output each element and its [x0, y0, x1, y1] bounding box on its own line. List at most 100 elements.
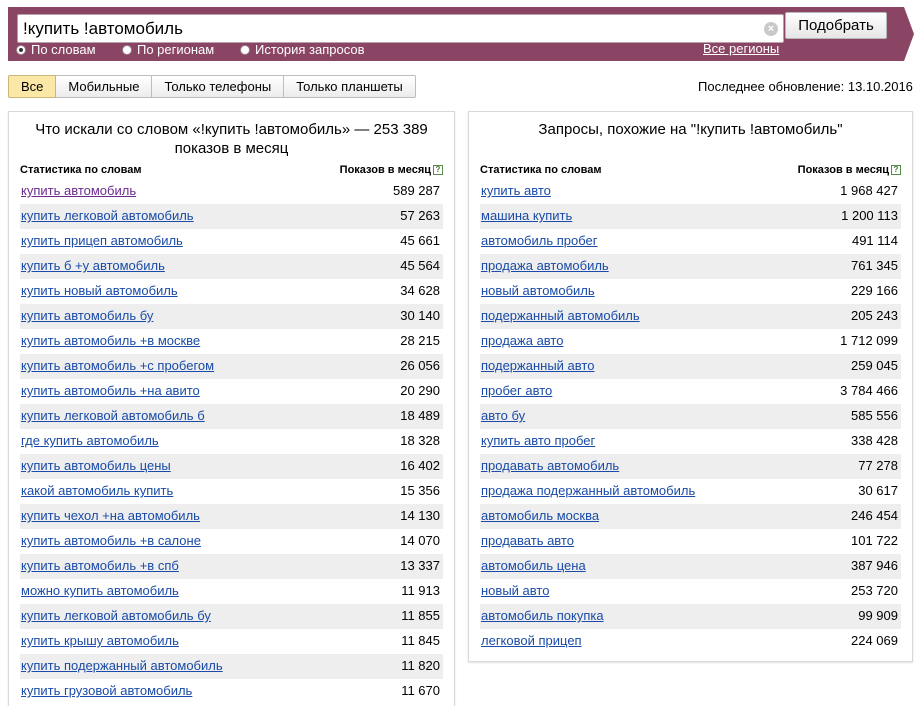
phrase-link[interactable]: продавать авто: [481, 533, 574, 548]
help-icon[interactable]: ?: [891, 165, 901, 175]
phrase-link[interactable]: можно купить автомобиль: [21, 583, 179, 598]
col-shows-label: Показов в месяц: [797, 164, 889, 176]
phrase-link[interactable]: купить автомобиль +в спб: [21, 558, 179, 573]
word-list: купить автомобиль 589 287 купить легковой …: [20, 179, 443, 704]
phrase-link[interactable]: купить автомобиль +с пробегом: [21, 358, 214, 373]
phrase-link[interactable]: продажа подержанный автомобиль: [481, 483, 695, 498]
phrase-link[interactable]: какой автомобиль купить: [21, 483, 173, 498]
phrase-link[interactable]: продавать автомобиль: [481, 458, 619, 473]
phrase-link[interactable]: купить авто пробег: [481, 433, 595, 448]
radio-icon[interactable]: [240, 44, 250, 55]
shows-count: 491 114: [851, 233, 898, 248]
shows-count: 18 328: [400, 433, 440, 448]
phrase-link[interactable]: новый авто: [481, 583, 549, 598]
radio-icon[interactable]: [16, 44, 26, 55]
phrase-link[interactable]: купить крышу автомобиль: [21, 633, 179, 648]
shows-count: 13 337: [400, 558, 440, 573]
phrase-link[interactable]: купить грузовой автомобиль: [21, 683, 192, 698]
shows-count: 99 909: [858, 608, 898, 623]
pick-button[interactable]: Подобрать: [785, 12, 887, 39]
phrase-link[interactable]: подержанный автомобиль: [481, 308, 640, 323]
phrase-link[interactable]: пробег авто: [481, 383, 552, 398]
shows-count: 101 722: [851, 533, 898, 548]
table-row: легковой прицеп 224 069: [480, 629, 901, 654]
table-header: Статистика по словам Показов в месяц?: [20, 162, 443, 178]
phrase-link[interactable]: купить чехол +на автомобиль: [21, 508, 200, 523]
phrase-link[interactable]: купить новый автомобиль: [21, 283, 178, 298]
phrase-link[interactable]: купить автомобиль +в салоне: [21, 533, 201, 548]
clear-icon[interactable]: ×: [764, 22, 778, 36]
mode-by-words[interactable]: По словам: [16, 42, 96, 57]
phrase-link[interactable]: купить б +у автомобиль: [21, 258, 165, 273]
shows-count: 1 968 427: [840, 183, 898, 198]
radio-icon[interactable]: [122, 44, 132, 55]
search-input[interactable]: [23, 18, 758, 40]
all-regions-link[interactable]: Все регионы: [703, 41, 779, 56]
phrase-link[interactable]: новый автомобиль: [481, 283, 595, 298]
table-row: какой автомобиль купить 15 356: [20, 479, 443, 504]
search-box[interactable]: ×: [17, 14, 784, 43]
table-row: купить авто 1 968 427: [480, 179, 901, 204]
phrase-link[interactable]: купить легковой автомобиль б: [21, 408, 205, 423]
phrase-link[interactable]: купить автомобиль: [21, 183, 136, 198]
phrase-link[interactable]: купить легковой автомобиль бу: [21, 608, 211, 623]
shows-count: 387 946: [851, 558, 898, 573]
table-row: купить автомобиль цены 16 402: [20, 454, 443, 479]
phrase-link[interactable]: купить прицеп автомобиль: [21, 233, 183, 248]
phrase-link[interactable]: авто бу: [481, 408, 525, 423]
shows-count: 1 200 113: [841, 208, 898, 223]
tab-tablets-only[interactable]: Только планшеты: [284, 75, 416, 98]
shows-count: 57 263: [400, 208, 440, 223]
mode-by-regions[interactable]: По регионам: [122, 42, 214, 57]
table-row: купить автомобиль +в салоне 14 070: [20, 529, 443, 554]
help-icon[interactable]: ?: [433, 165, 443, 175]
table-row: машина купить 1 200 113: [480, 204, 901, 229]
phrase-link[interactable]: продажа автомобиль: [481, 258, 609, 273]
phrase-link[interactable]: подержанный авто: [481, 358, 594, 373]
shows-count: 26 056: [400, 358, 440, 373]
col-words-header: Статистика по словам: [480, 164, 602, 176]
tab-mobile[interactable]: Мобильные: [56, 75, 153, 98]
shows-count: 589 287: [393, 183, 440, 198]
col-shows-label: Показов в месяц: [339, 164, 431, 176]
phrase-link[interactable]: машина купить: [481, 208, 572, 223]
mode-label: История запросов: [255, 42, 365, 57]
shows-count: 77 278: [858, 458, 898, 473]
phrase-link[interactable]: купить автомобиль бу: [21, 308, 153, 323]
phrase-link[interactable]: купить автомобиль цены: [21, 458, 171, 473]
phrase-link[interactable]: автомобиль пробег: [481, 233, 598, 248]
query-list: купить авто 1 968 427 машина купить 1 200 1…: [480, 179, 901, 654]
phrase-link[interactable]: купить автомобиль +на авито: [21, 383, 200, 398]
phrase-link[interactable]: где купить автомобиль: [21, 433, 159, 448]
table-row: купить автомобиль +в спб 13 337: [20, 554, 443, 579]
shows-count: 14 130: [400, 508, 440, 523]
phrase-link[interactable]: легковой прицеп: [481, 633, 582, 648]
tab-all[interactable]: Все: [8, 75, 57, 98]
similar-queries-panel: Запросы, похожие на "!купить !автомобиль…: [468, 111, 913, 662]
phrase-link[interactable]: купить авто: [481, 183, 551, 198]
phrase-link[interactable]: автомобиль покупка: [481, 608, 604, 623]
shows-count: 16 402: [400, 458, 440, 473]
table-row: купить легковой автомобиль 57 263: [20, 204, 443, 229]
table-row: купить легковой автомобиль бу 11 855: [20, 604, 443, 629]
table-header: Статистика по словам Показов в месяц?: [480, 162, 901, 178]
shows-count: 28 215: [400, 333, 440, 348]
phrase-link[interactable]: автомобиль москва: [481, 508, 599, 523]
phrase-link[interactable]: купить автомобиль +в москве: [21, 333, 200, 348]
shows-count: 11 913: [401, 583, 440, 598]
phrase-link[interactable]: купить подержанный автомобиль: [21, 658, 223, 673]
table-row: продажа авто 1 712 099: [480, 329, 901, 354]
shows-count: 20 290: [400, 383, 440, 398]
phrase-link[interactable]: продажа авто: [481, 333, 563, 348]
shows-count: 1 712 099: [840, 333, 898, 348]
table-row: автомобиль покупка 99 909: [480, 604, 901, 629]
col-shows-header: Показов в месяц?: [798, 164, 901, 176]
table-row: купить авто пробег 338 428: [480, 429, 901, 454]
shows-count: 11 855: [401, 608, 440, 623]
table-row: купить подержанный автомобиль 11 820: [20, 654, 443, 679]
tab-phones-only[interactable]: Только телефоны: [152, 75, 285, 98]
mode-history[interactable]: История запросов: [240, 42, 365, 57]
shows-count: 14 070: [400, 533, 440, 548]
phrase-link[interactable]: автомобиль цена: [481, 558, 586, 573]
phrase-link[interactable]: купить легковой автомобиль: [21, 208, 194, 223]
